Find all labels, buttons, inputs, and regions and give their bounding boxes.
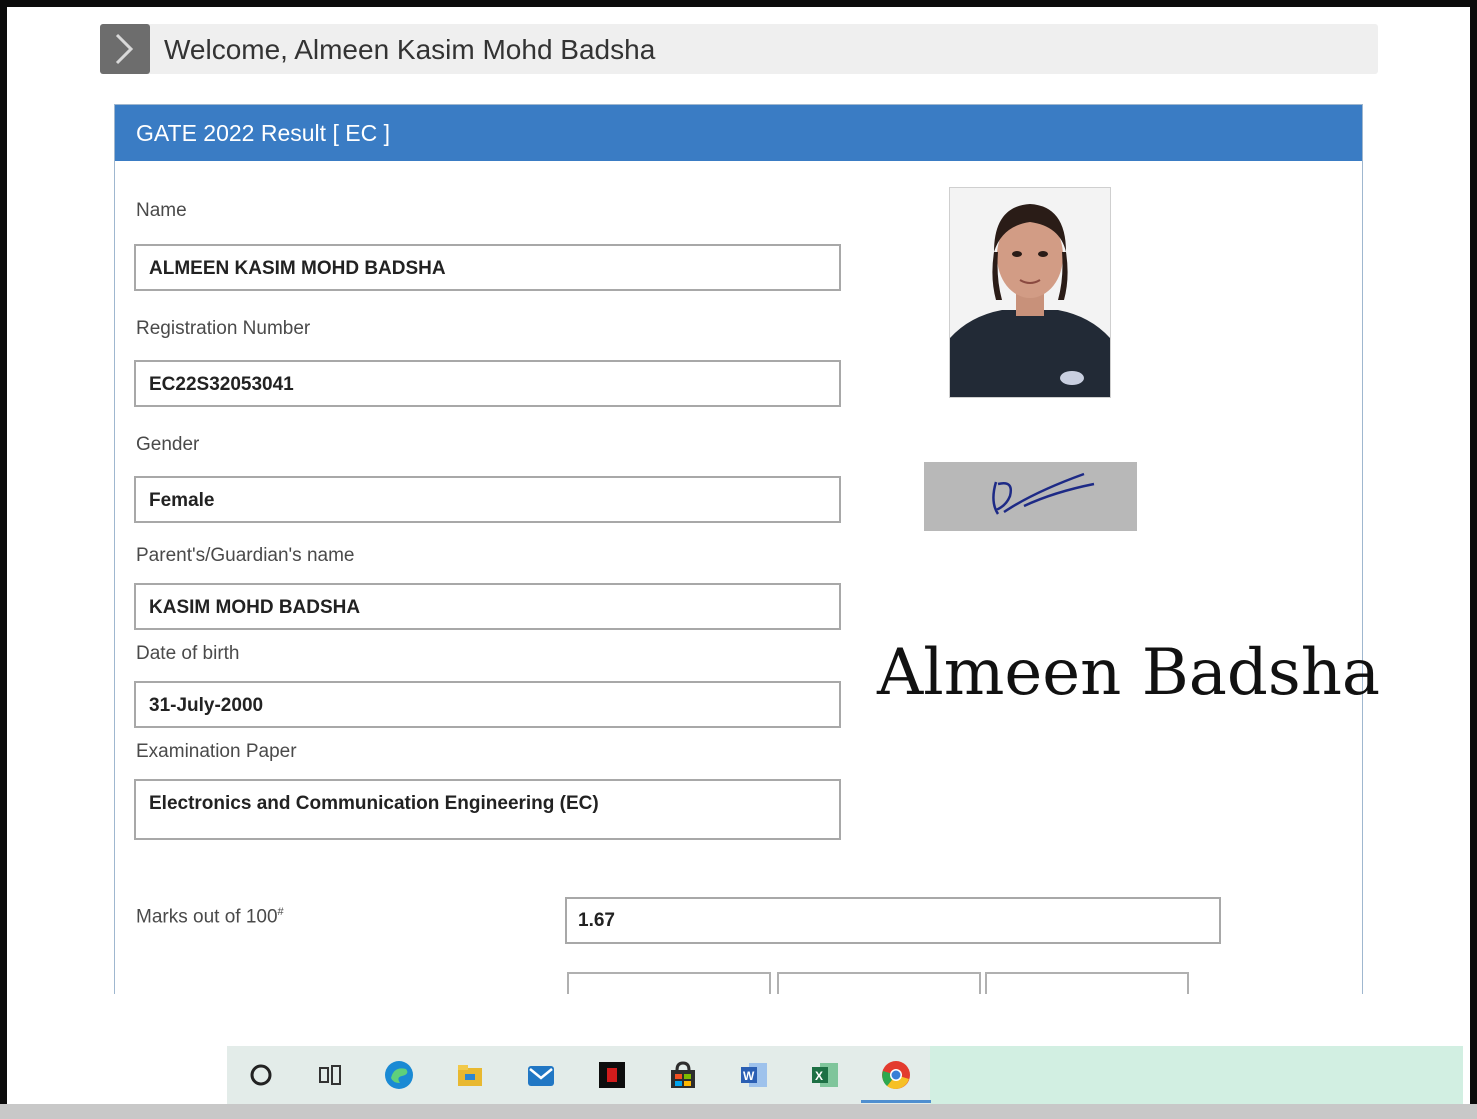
welcome-text: Welcome, Almeen Kasim Mohd Badsha	[164, 34, 656, 65]
svg-text:W: W	[743, 1069, 755, 1083]
excel-icon[interactable]: X	[810, 1060, 840, 1090]
candidate-signature	[924, 462, 1137, 531]
word-icon[interactable]: W	[739, 1060, 769, 1090]
panel-title: GATE 2022 Result [ EC ]	[136, 120, 390, 146]
taskbar: W X	[227, 1046, 1463, 1104]
gender-field: Female	[134, 476, 841, 523]
guardian-name-label: Parent's/Guardian's name	[136, 545, 355, 566]
gender-label: Gender	[136, 434, 200, 455]
acrobat-icon[interactable]	[597, 1060, 627, 1090]
taskbar-tray-area	[930, 1046, 1463, 1104]
examination-paper-field: Electronics and Communication Engineerin…	[134, 779, 841, 840]
registration-number-field: EC22S32053041	[134, 360, 841, 407]
date-of-birth-label: Date of birth	[136, 643, 240, 664]
name-label: Name	[136, 200, 187, 221]
handwritten-name: Almeen Badsha	[877, 636, 1381, 710]
mail-icon[interactable]	[526, 1060, 556, 1090]
panel-header: GATE 2022 Result [ EC ]	[115, 105, 1362, 161]
edge-icon[interactable]	[384, 1060, 414, 1090]
candidate-photo	[949, 187, 1111, 398]
name-field: ALMEEN KASIM MOHD BADSHA	[134, 244, 841, 291]
registration-number-label: Registration Number	[136, 318, 311, 339]
examination-paper-label: Examination Paper	[136, 741, 297, 762]
chevron-right-icon[interactable]	[100, 24, 150, 74]
file-explorer-icon[interactable]	[455, 1060, 485, 1090]
chrome-icon[interactable]	[881, 1060, 911, 1090]
guardian-name-field: KASIM MOHD BADSHA	[134, 583, 841, 630]
score-box-3	[985, 972, 1189, 994]
welcome-bar: Welcome, Almeen Kasim Mohd Badsha	[100, 24, 1378, 74]
marks-field: 1.67	[565, 897, 1221, 944]
store-icon[interactable]	[668, 1060, 698, 1090]
score-box-2	[777, 972, 981, 994]
search-icon[interactable]	[246, 1060, 276, 1090]
marks-label: Marks out of 100#	[136, 906, 284, 928]
score-box-1	[567, 972, 771, 994]
task-view-icon[interactable]	[315, 1060, 345, 1090]
active-app-indicator	[861, 1100, 931, 1103]
bottom-edge	[0, 1104, 1477, 1119]
date-of-birth-field: 31-July-2000	[134, 681, 841, 728]
svg-text:X: X	[815, 1069, 823, 1083]
